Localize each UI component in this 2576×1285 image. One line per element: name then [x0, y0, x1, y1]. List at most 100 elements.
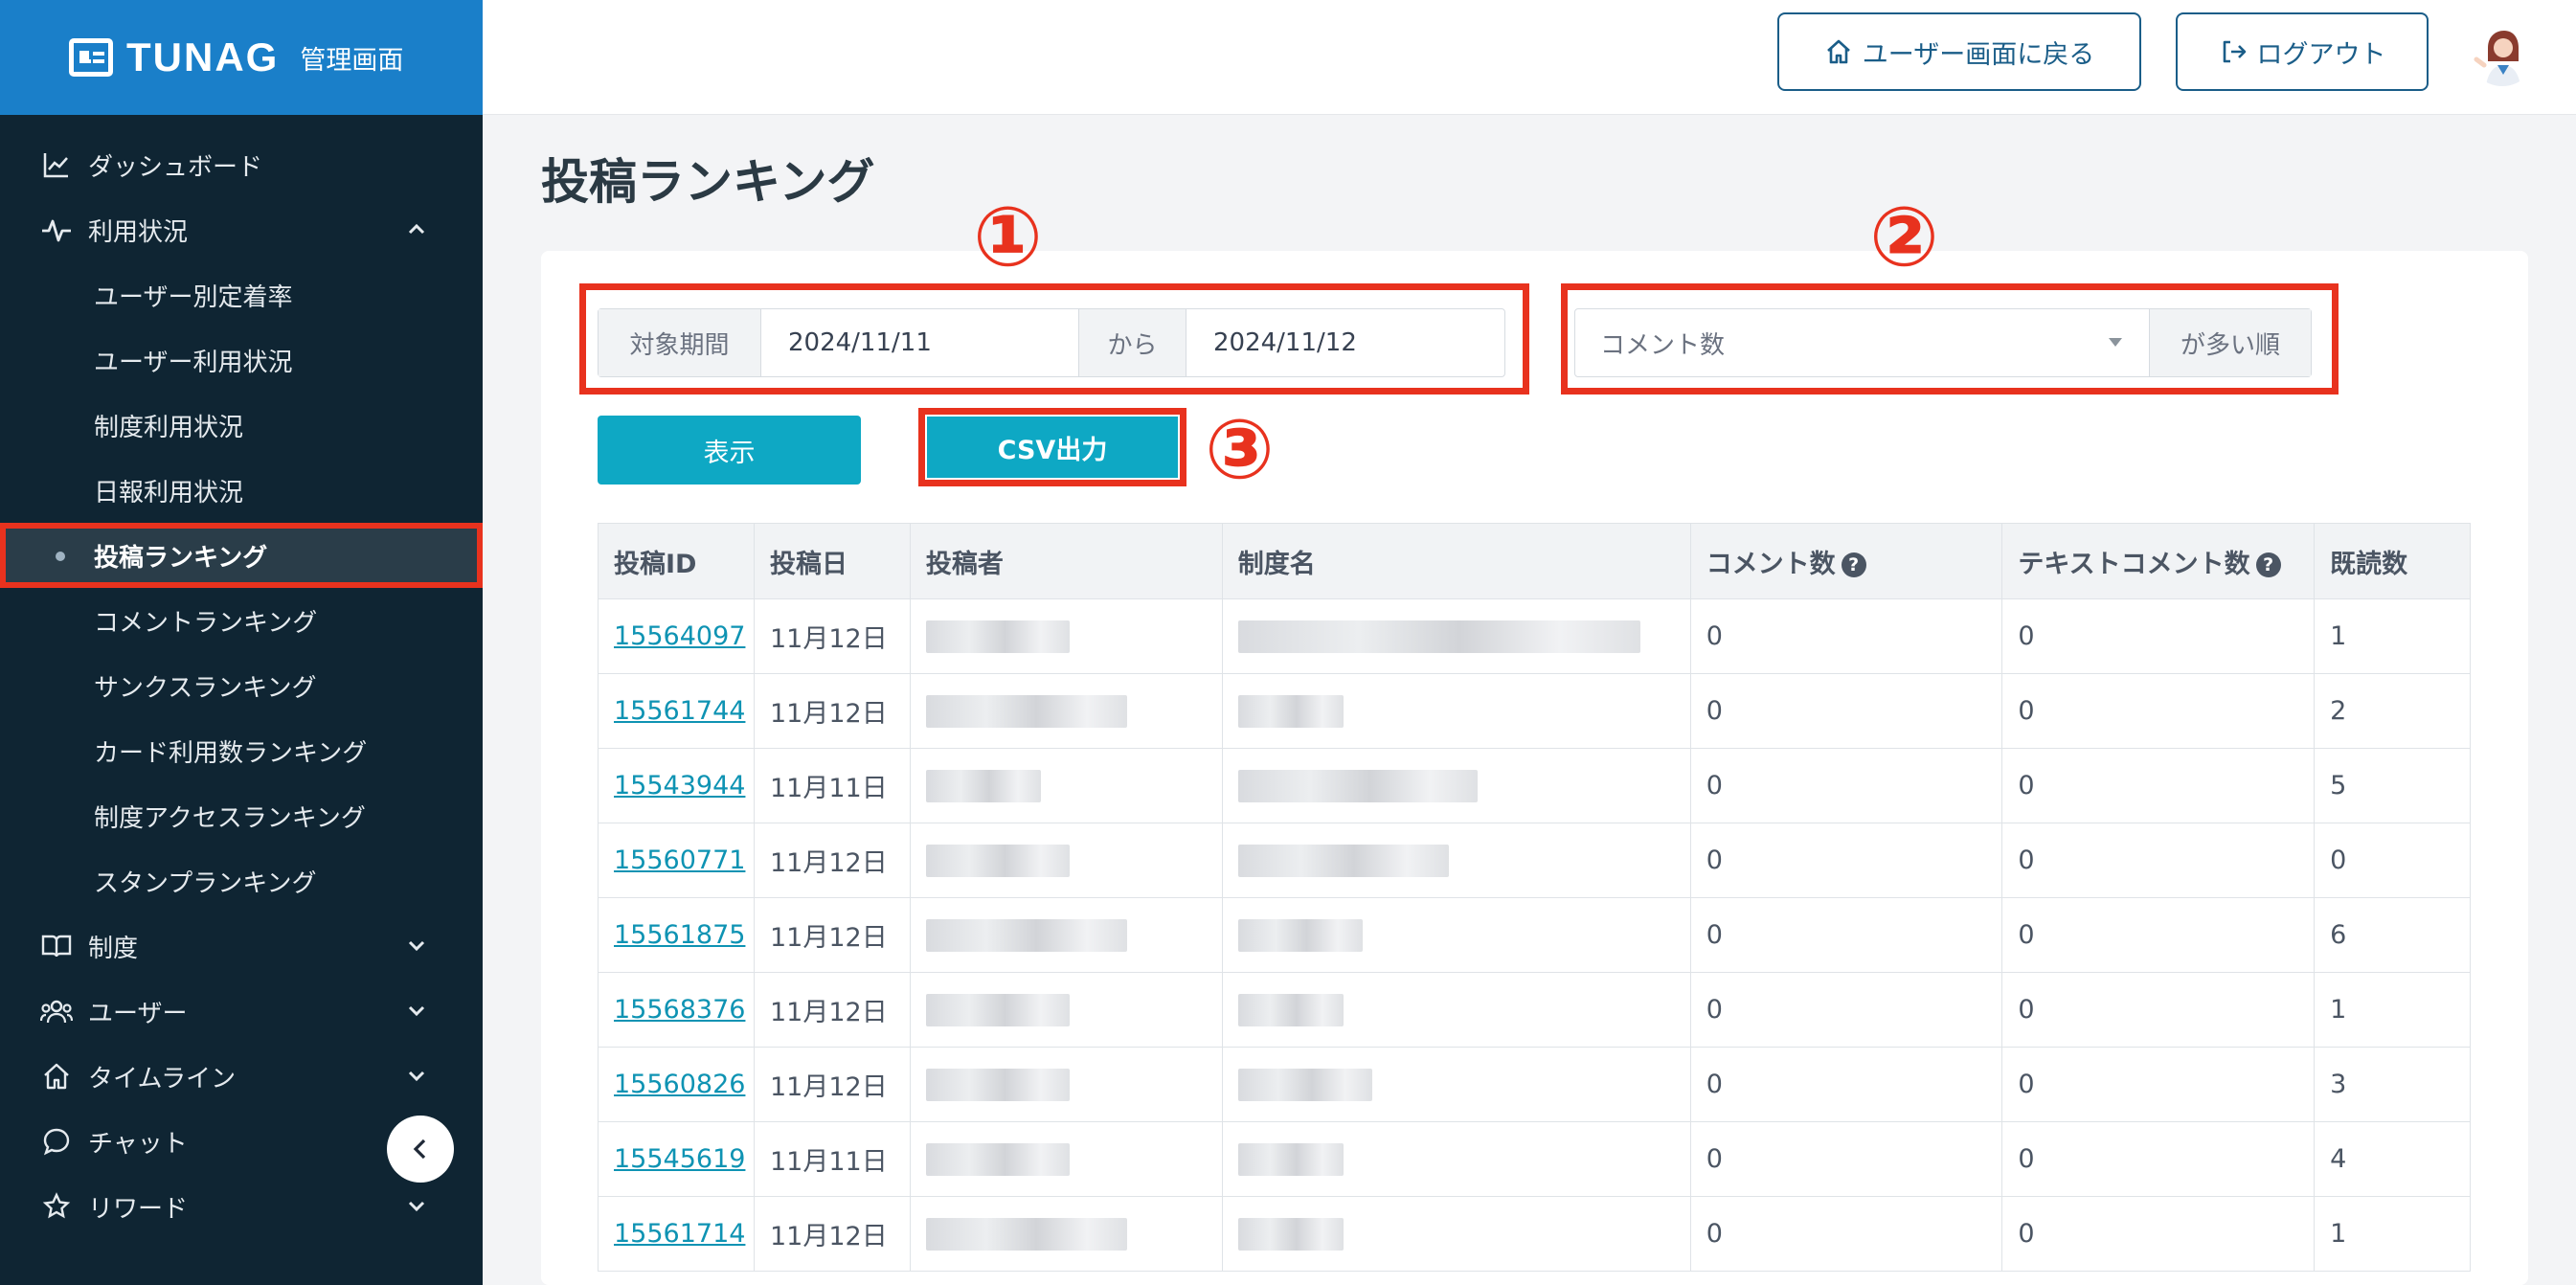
date-to-input[interactable]: 2024/11/12 — [1186, 309, 1504, 376]
sidebar-item-dashboard[interactable]: ダッシュボード — [0, 132, 483, 197]
back-to-user-view-label: ユーザー画面に戻る — [1862, 39, 2095, 70]
sidebar-item-reward[interactable]: リワード — [0, 1174, 483, 1239]
sidebar-item-card-ranking[interactable]: カード利用数ランキング — [0, 718, 483, 783]
users-icon — [40, 995, 73, 1027]
sidebar-item-program-usage[interactable]: 制度利用状況 — [0, 393, 483, 458]
sidebar-item-timeline[interactable]: タイムライン — [0, 1044, 483, 1109]
annotation-marker-2: ② — [1869, 190, 1939, 285]
cell-author — [909, 1047, 1223, 1122]
cell-post-id: 15564097 — [598, 598, 755, 674]
chevron-up-icon[interactable] — [406, 218, 427, 239]
sidebar-item-post-ranking[interactable]: 投稿ランキング — [0, 523, 483, 588]
redacted-program — [1237, 769, 1478, 802]
chevron-down-icon[interactable] — [406, 1000, 427, 1021]
column-header-reads[interactable]: 既読数 — [2314, 523, 2471, 599]
home-icon — [40, 1060, 73, 1093]
cell-text-comments: 0 — [2001, 673, 2316, 749]
cell-program — [1221, 748, 1691, 823]
sort-select-value: コメント数 — [1600, 330, 1726, 360]
cell-author — [909, 1121, 1223, 1197]
chevron-down-icon[interactable] — [406, 935, 427, 956]
chevron-left-icon — [413, 1138, 426, 1160]
table-row: 15561714 11月12日 0 0 1 — [598, 1196, 2471, 1272]
cell-author — [909, 748, 1223, 823]
avatar[interactable] — [2469, 19, 2536, 86]
cell-comments: 0 — [1689, 897, 2003, 973]
cell-author — [909, 897, 1223, 973]
chevron-down-icon[interactable] — [406, 1195, 427, 1216]
sidebar-item-label: リワード — [88, 1194, 189, 1224]
chat-icon — [40, 1125, 73, 1158]
post-id-link[interactable]: 15561744 — [614, 696, 745, 726]
sidebar-item-daily-report-usage[interactable]: 日報利用状況 — [0, 458, 483, 523]
post-id-link[interactable]: 15560826 — [614, 1070, 745, 1099]
column-header-post-date[interactable]: 投稿日 — [753, 523, 911, 599]
sidebar-item-programs[interactable]: 制度 — [0, 913, 483, 979]
back-to-user-view-button[interactable]: ユーザー画面に戻る — [1777, 12, 2141, 91]
sidebar-item-program-access-ranking[interactable]: 制度アクセスランキング — [0, 783, 483, 848]
book-icon — [40, 930, 73, 962]
post-id-link[interactable]: 15560771 — [614, 845, 745, 875]
cell-post-date: 11月11日 — [753, 1121, 911, 1197]
top-header: ユーザー画面に戻る ログアウト — [483, 0, 2576, 115]
cell-reads: 3 — [2314, 1047, 2471, 1122]
post-id-link[interactable]: 15561714 — [614, 1219, 745, 1249]
cell-program — [1221, 972, 1691, 1048]
cell-post-id: 15543944 — [598, 748, 755, 823]
column-header-text-comments[interactable]: テキストコメント数? — [2001, 523, 2316, 599]
sidebar-item-usage[interactable]: 利用状況 — [0, 197, 483, 262]
cell-post-id: 15561875 — [598, 897, 755, 973]
csv-export-button[interactable]: CSV出力 — [927, 417, 1178, 478]
cell-program — [1221, 598, 1691, 674]
post-id-link[interactable]: 15568376 — [614, 995, 745, 1025]
cell-program — [1221, 1047, 1691, 1122]
sidebar-collapse-button[interactable] — [387, 1116, 454, 1183]
date-from-input[interactable]: 2024/11/11 — [761, 309, 1079, 376]
cell-program — [1221, 673, 1691, 749]
brand[interactable]: TUNAG 管理画面 — [0, 0, 483, 115]
logout-button[interactable]: ログアウト — [2176, 12, 2429, 91]
cell-author — [909, 1196, 1223, 1272]
cell-text-comments: 0 — [2001, 897, 2316, 973]
post-id-link[interactable]: 15543944 — [614, 771, 745, 800]
show-button[interactable]: 表示 — [598, 416, 861, 485]
sort-select[interactable]: コメント数 — [1575, 309, 2150, 376]
column-header-author[interactable]: 投稿者 — [909, 523, 1223, 599]
post-id-link[interactable]: 15564097 — [614, 621, 745, 651]
column-header-comments[interactable]: コメント数? — [1689, 523, 2003, 599]
table-row: 15543944 11月11日 0 0 5 — [598, 748, 2471, 823]
cell-text-comments: 0 — [2001, 972, 2316, 1048]
cell-post-date: 11月12日 — [753, 673, 911, 749]
column-header-post-id[interactable]: 投稿ID — [598, 523, 755, 599]
sidebar-item-label: スタンプランキング — [94, 868, 317, 898]
help-icon[interactable]: ? — [2255, 552, 2281, 577]
sidebar-item-users[interactable]: ユーザー — [0, 979, 483, 1044]
sidebar-item-user-retention[interactable]: ユーザー別定着率 — [0, 262, 483, 327]
post-ranking-table: 投稿ID 投稿日 投稿者 制度名 コメント数? テキストコメント数? 既読数 1… — [598, 523, 2471, 1272]
sidebar-item-comment-ranking[interactable]: コメントランキング — [0, 588, 483, 653]
sort-suffix-label: が多い順 — [2150, 309, 2311, 376]
cell-reads: 1 — [2314, 598, 2471, 674]
brand-subtitle: 管理画面 — [300, 45, 404, 76]
redacted-program — [1237, 918, 1363, 952]
cell-text-comments: 0 — [2001, 823, 2316, 898]
sidebar-item-stamp-ranking[interactable]: スタンプランキング — [0, 848, 483, 913]
column-header-program[interactable]: 制度名 — [1221, 523, 1691, 599]
post-id-link[interactable]: 15561875 — [614, 920, 745, 950]
star-icon — [40, 1190, 73, 1223]
cell-reads: 6 — [2314, 897, 2471, 973]
cell-text-comments: 0 — [2001, 1196, 2316, 1272]
chevron-down-icon[interactable] — [406, 1065, 427, 1086]
sidebar-item-user-usage[interactable]: ユーザー利用状況 — [0, 327, 483, 393]
cell-post-date: 11月12日 — [753, 972, 911, 1048]
cell-reads: 4 — [2314, 1121, 2471, 1197]
help-icon[interactable]: ? — [1841, 552, 1866, 577]
table-row: 15561744 11月12日 0 0 2 — [598, 673, 2471, 749]
post-id-link[interactable]: 15545619 — [614, 1144, 745, 1174]
cell-program — [1221, 1121, 1691, 1197]
cell-program — [1221, 823, 1691, 898]
sidebar-item-thanks-ranking[interactable]: サンクスランキング — [0, 653, 483, 718]
cell-reads: 5 — [2314, 748, 2471, 823]
cell-comments: 0 — [1689, 1196, 2003, 1272]
period-input-group: 対象期間 2024/11/11 から 2024/11/12 — [598, 308, 1505, 377]
